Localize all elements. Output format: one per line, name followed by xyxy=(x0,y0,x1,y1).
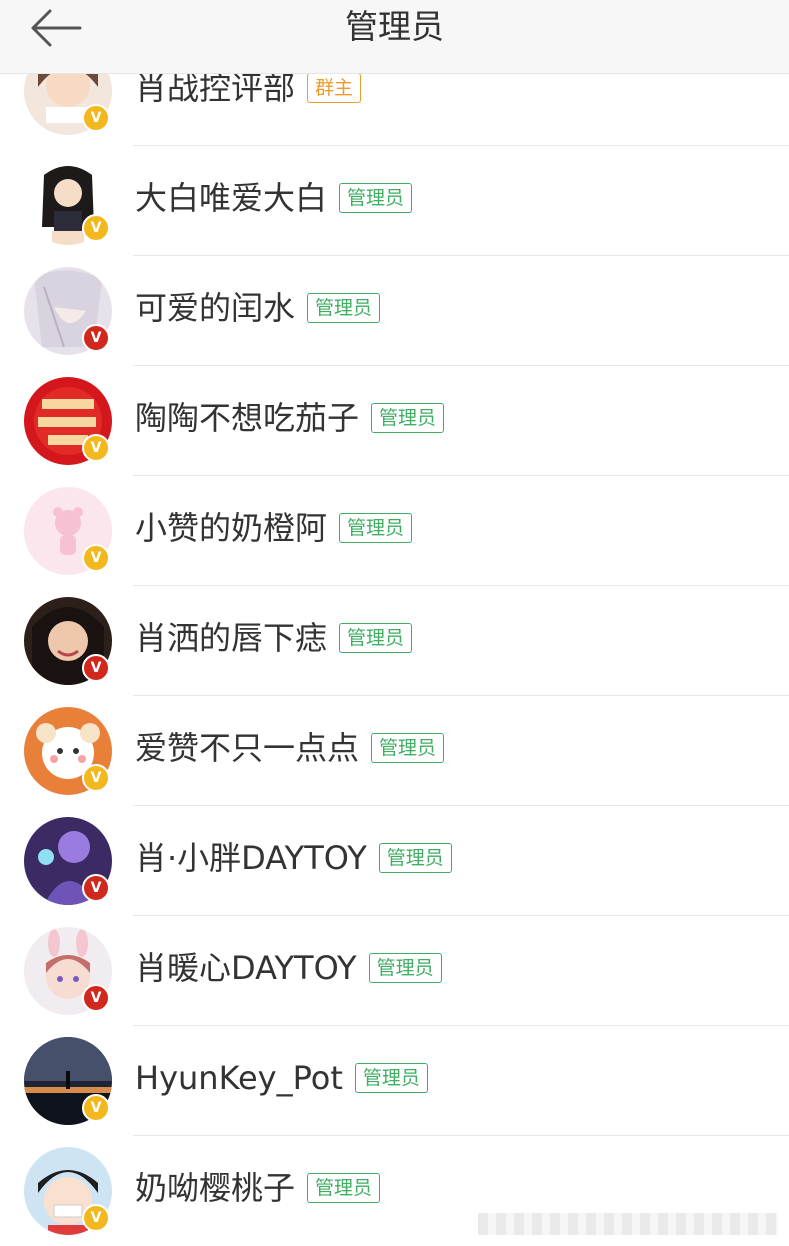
member-name: 可爱的闰水 xyxy=(135,289,296,327)
list-item[interactable]: V 肖暖心DAYTOY 管理员 xyxy=(0,916,789,1026)
verified-icon: V xyxy=(82,764,110,792)
admin-tag: 管理员 xyxy=(339,183,413,213)
admin-tag: 管理员 xyxy=(354,1063,428,1093)
member-name-row: 小赞的奶橙阿 管理员 xyxy=(135,506,413,550)
member-name-row: 肖洒的唇下痣 管理员 xyxy=(135,616,413,660)
admin-tag: 管理员 xyxy=(339,623,413,653)
admin-tag: 管理员 xyxy=(378,843,452,873)
member-name-row: 肖暖心DAYTOY 管理员 xyxy=(135,946,442,990)
admin-tag: 管理员 xyxy=(371,403,445,433)
list-item[interactable]: V 小赞的奶橙阿 管理员 xyxy=(0,476,789,586)
member-name: 爱赞不只一点点 xyxy=(135,729,360,767)
member-name-row: 肖·小胖DAYTOY 管理员 xyxy=(135,836,452,880)
list-item[interactable]: V 大白唯爱大白 管理员 xyxy=(0,146,789,256)
watermark xyxy=(478,1213,778,1235)
verified-icon: V xyxy=(82,1204,110,1232)
admin-tag: 管理员 xyxy=(339,513,413,543)
verified-icon: V xyxy=(82,434,110,462)
member-name-row: HyunKey_Pot 管理员 xyxy=(135,1056,428,1100)
list-item[interactable]: V HyunKey_Pot 管理员 xyxy=(0,1026,789,1136)
member-name-row: 可爱的闰水 管理员 xyxy=(135,286,381,330)
list-item[interactable]: V 肖洒的唇下痣 管理员 xyxy=(0,586,789,696)
admin-tag: 管理员 xyxy=(368,953,442,983)
list-item[interactable]: V 陶陶不想吃茄子 管理员 xyxy=(0,366,789,476)
verified-icon: V xyxy=(82,544,110,572)
verified-icon: V xyxy=(82,1094,110,1122)
member-name-row: 奶呦樱桃子 管理员 xyxy=(135,1166,381,1210)
member-name: 陶陶不想吃茄子 xyxy=(135,399,360,437)
admin-tag: 管理员 xyxy=(371,733,445,763)
member-name: 大白唯爱大白 xyxy=(135,179,328,217)
admin-tag: 管理员 xyxy=(307,293,381,323)
verified-icon: V xyxy=(82,984,110,1012)
member-name: 肖暖心DAYTOY xyxy=(135,949,357,987)
member-name: 奶呦樱桃子 xyxy=(135,1169,296,1207)
verified-icon: V xyxy=(82,214,110,242)
verified-icon: V xyxy=(82,654,110,682)
list-item[interactable]: V 可爱的闰水 管理员 xyxy=(0,256,789,366)
member-name-row: 大白唯爱大白 管理员 xyxy=(135,176,413,220)
owner-tag: 群主 xyxy=(307,73,362,103)
verified-icon: V xyxy=(82,874,110,902)
top-bar: 管理员 xyxy=(0,0,789,74)
list-item[interactable]: V 爱赞不只一点点 管理员 xyxy=(0,696,789,806)
member-name-row: 陶陶不想吃茄子 管理员 xyxy=(135,396,445,440)
verified-icon: V xyxy=(82,104,110,132)
member-name: 肖·小胖DAYTOY xyxy=(135,839,367,877)
member-name: 小赞的奶橙阿 xyxy=(135,509,328,547)
member-name: 肖洒的唇下痣 xyxy=(135,619,328,657)
list-item[interactable]: V 肖·小胖DAYTOY 管理员 xyxy=(0,806,789,916)
admin-tag: 管理员 xyxy=(307,1173,381,1203)
member-name-row: 爱赞不只一点点 管理员 xyxy=(135,726,445,770)
member-name: HyunKey_Pot xyxy=(135,1059,343,1097)
page-title: 管理员 xyxy=(345,7,444,46)
verified-icon: V xyxy=(82,324,110,352)
